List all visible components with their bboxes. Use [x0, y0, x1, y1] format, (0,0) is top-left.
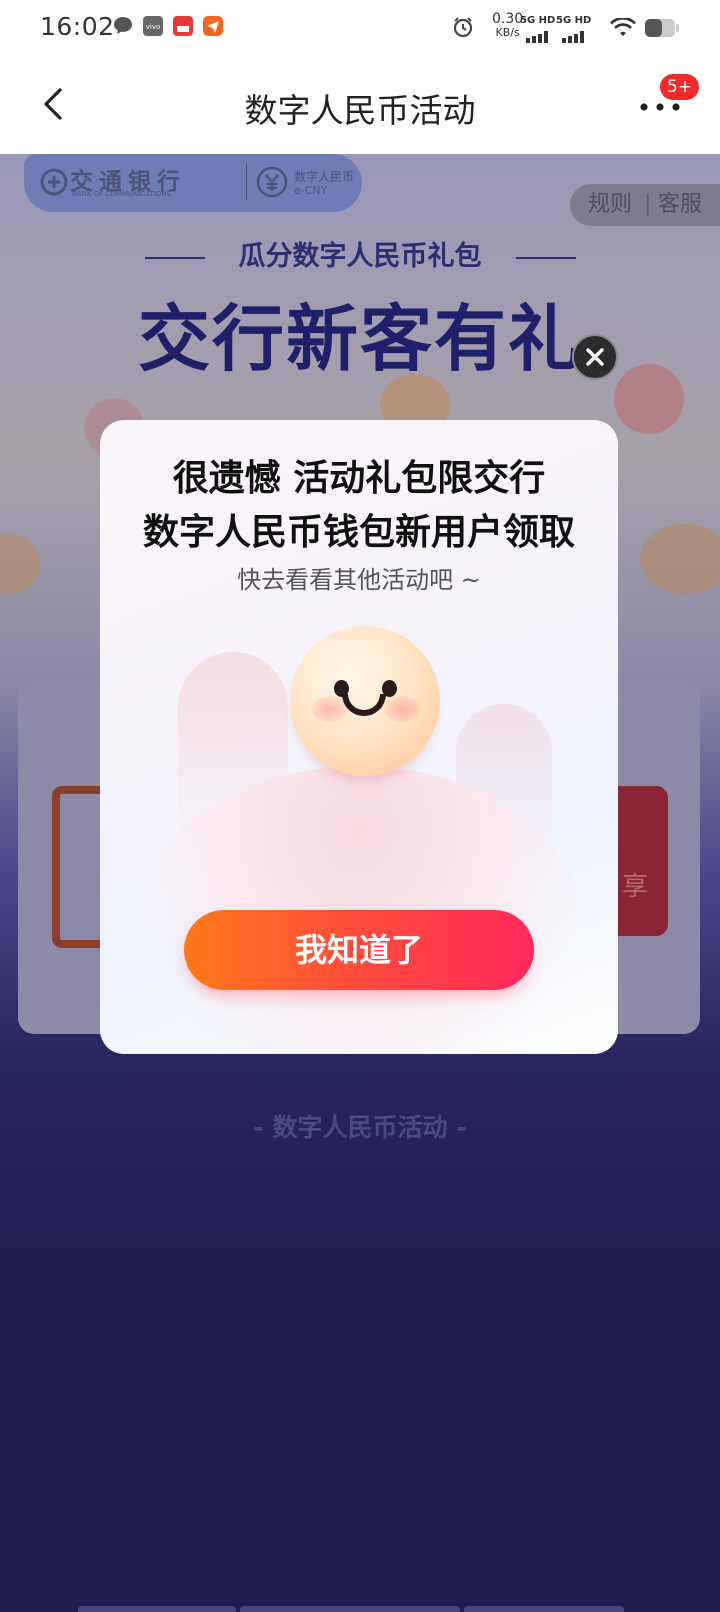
notice-dialog: 很遗憾 活动礼包限交行 数字人民币钱包新用户领取 快去看看其他活动吧 ~ 我知道… — [100, 420, 618, 1054]
smiley-face-icon — [290, 626, 440, 776]
notification-badge: 5+ — [660, 74, 700, 100]
activity-subtitle: 瓜分数字人民币礼包 — [0, 234, 720, 273]
bank-logo-banner: 交通银行 BANK OF COMMUNICATIONS 数字人民币 e-CNY — [24, 154, 362, 212]
close-button[interactable] — [572, 334, 618, 380]
rules-service-pill: 规则 | 客服 — [570, 184, 720, 226]
status-bar: 16:02 vivo 0.30 KB/s 5G HD 5G HD — [0, 0, 720, 56]
message-icon — [112, 15, 134, 41]
sim1-label: 5G HD — [520, 15, 556, 26]
blush-right — [384, 696, 420, 722]
gift-card-right-button[interactable] — [616, 786, 668, 936]
status-time: 16:02 — [40, 12, 115, 41]
bank-logo-icon — [40, 168, 68, 196]
close-icon — [586, 348, 604, 366]
logo-divider — [246, 164, 247, 200]
news-app-icon — [172, 15, 194, 41]
decor-gift-right — [614, 364, 684, 434]
bottom-tab-2[interactable] — [240, 1606, 460, 1612]
alarm-icon — [452, 16, 474, 42]
dialog-title: 很遗憾 活动礼包限交行 数字人民币钱包新用户领取 — [100, 452, 618, 560]
battery-icon — [644, 18, 680, 42]
footer-caption: - 数字人民币活动 - — [253, 1113, 467, 1142]
signal-bars-icon — [562, 28, 586, 47]
decor-coin-right — [640, 524, 720, 594]
subtitle-line-left — [144, 256, 205, 259]
ecny-name-en: e-CNY — [294, 184, 328, 197]
wifi-icon — [610, 17, 636, 42]
confirm-button[interactable]: 我知道了 — [184, 910, 534, 990]
ecny-name-cn: 数字人民币 — [294, 170, 355, 184]
dialog-title-line1: 很遗憾 活动礼包限交行 — [172, 458, 546, 499]
net-speed-value: 0.30 — [492, 11, 524, 27]
service-link[interactable]: 客服 — [658, 184, 702, 226]
vivo-app-icon: vivo — [142, 15, 164, 41]
dialog-subtitle: 快去看看其他活动吧 ~ — [237, 566, 481, 594]
svg-text:vivo: vivo — [146, 23, 161, 31]
gift-card-right-text: 享 — [622, 872, 649, 902]
rules-link[interactable]: 规则 — [588, 184, 632, 226]
page-title: 数字人民币活动 — [244, 91, 476, 130]
bottom-tab-3[interactable] — [464, 1606, 624, 1612]
dialog-title-line2: 数字人民币钱包新用户领取 — [142, 512, 575, 553]
bank-name-en: BANK OF COMMUNICATIONS — [72, 190, 171, 198]
paper-plane-app-icon — [202, 15, 224, 41]
nav-bar: 数字人民币活动 5+ — [0, 56, 720, 154]
pill-divider: | — [644, 192, 652, 217]
sim2-label: 5G HD — [556, 15, 592, 26]
activity-subtitle-text: 瓜分数字人民币礼包 — [238, 241, 482, 272]
ecny-logo-icon — [256, 166, 288, 198]
smile-mouth — [342, 694, 386, 716]
subtitle-line-right — [515, 256, 576, 259]
net-speed-unit: KB/s — [495, 26, 520, 39]
signal-bars-icon — [526, 28, 550, 47]
network-speed: 0.30 KB/s — [492, 12, 523, 40]
decor-coin-left — [0, 534, 40, 594]
bottom-tab-1[interactable] — [78, 1606, 236, 1612]
